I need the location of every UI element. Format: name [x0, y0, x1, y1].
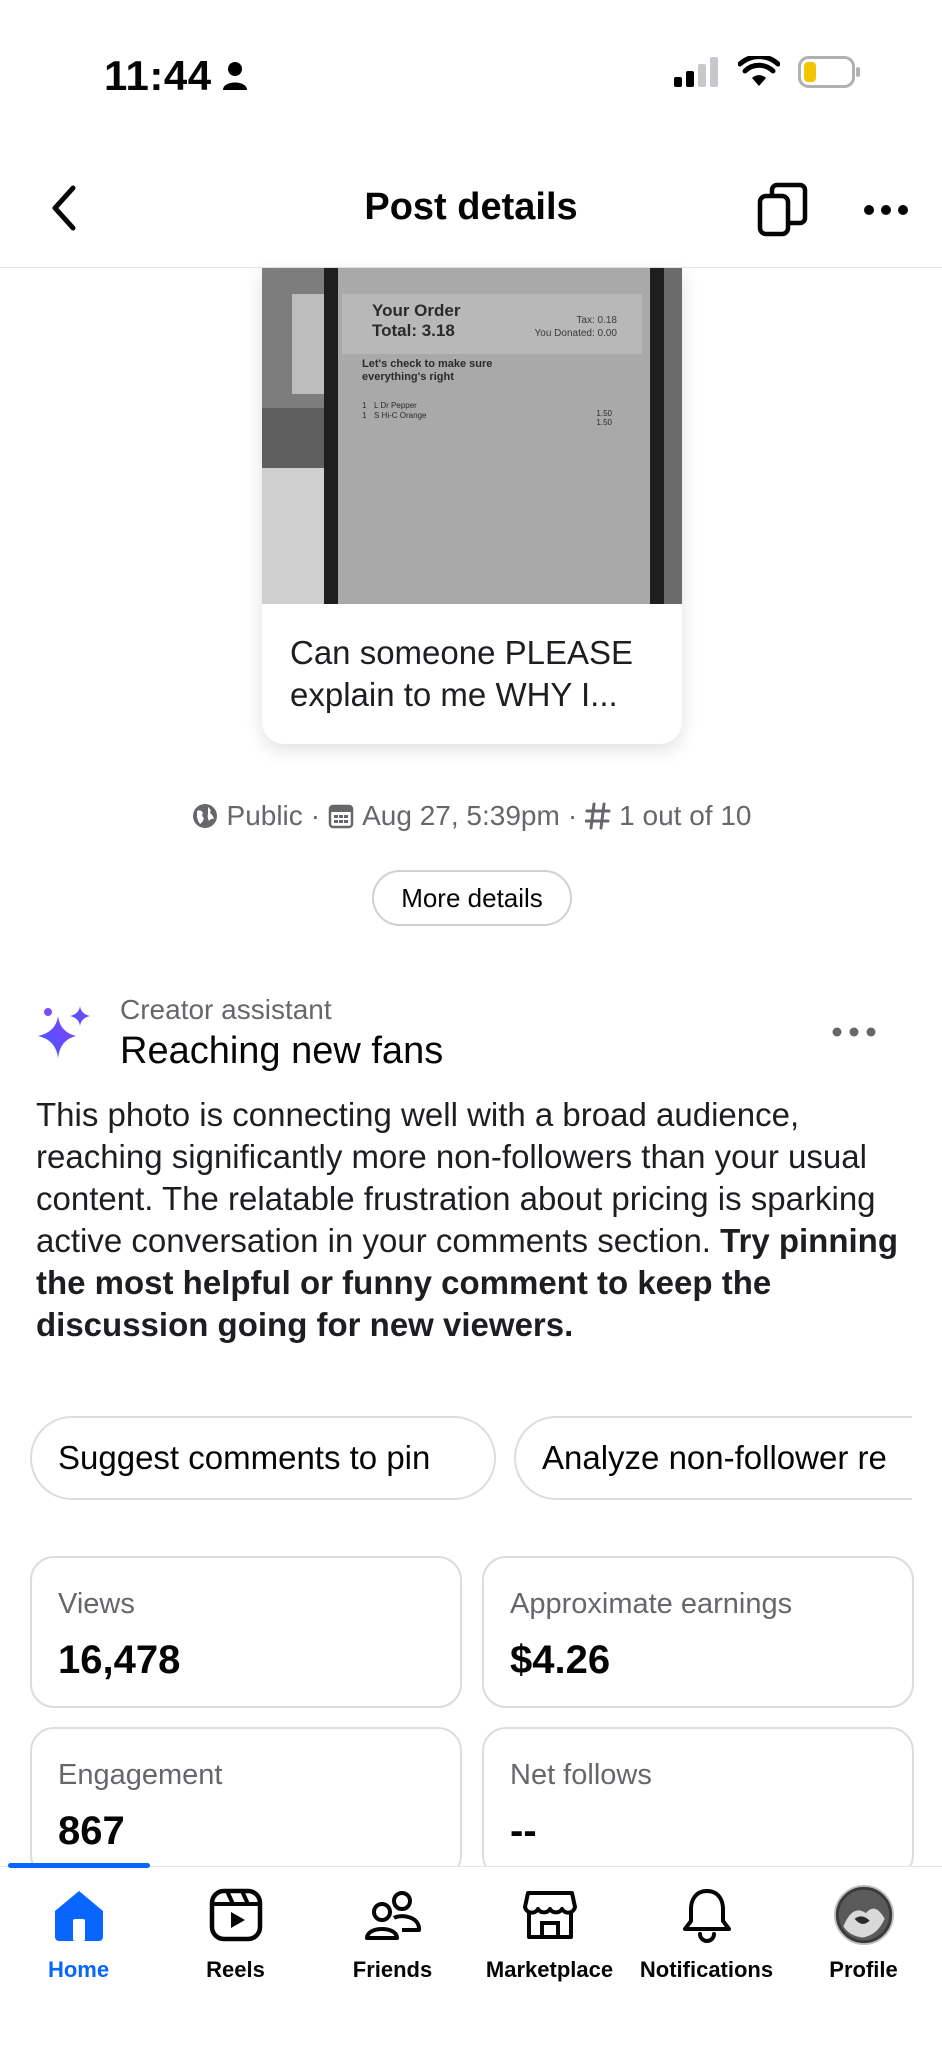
- more-options-icon: [864, 205, 908, 215]
- profile-avatar: [833, 1885, 894, 1945]
- receipt-item-1-price: 1.50: [596, 409, 612, 418]
- post-photo-drawing: Your Order Total: 3.18 Tax: 0.18 You Don…: [262, 268, 682, 604]
- post-preview-card[interactable]: Your Order Total: 3.18 Tax: 0.18 You Don…: [262, 268, 682, 744]
- marketplace-icon: [520, 1885, 580, 1945]
- post-photo: Your Order Total: 3.18 Tax: 0.18 You Don…: [262, 268, 682, 604]
- status-bar: 11:44: [0, 0, 942, 150]
- nav-marketplace[interactable]: Marketplace: [471, 1885, 628, 1995]
- globe-icon: [191, 802, 219, 830]
- nav-notifications[interactable]: Notifications: [628, 1885, 785, 1995]
- stat-card-engagement[interactable]: Engagement 867: [30, 1727, 462, 1879]
- time-text: 11:44: [104, 52, 212, 99]
- bottom-nav: Home Reels Friends Marketplace Notificat…: [0, 1863, 942, 2048]
- stat-value: 16,478: [58, 1638, 181, 1682]
- calendar-icon: [328, 803, 354, 829]
- receipt-check-text: Let's check to make sure everything's ri…: [362, 358, 493, 383]
- creator-assistant-body: This photo is connecting well with a bro…: [36, 1094, 904, 1346]
- sparkle-icon: [34, 1002, 94, 1062]
- receipt-total: Total: 3.18: [372, 321, 455, 340]
- status-icons: [674, 56, 862, 88]
- post-rank: 1 out of 10: [619, 800, 752, 831]
- nav-reels[interactable]: Reels: [157, 1885, 314, 1995]
- stat-card-earnings[interactable]: Approximate earnings $4.26: [482, 1556, 914, 1708]
- more-options-icon: [832, 1027, 876, 1037]
- wifi-icon: [738, 56, 780, 86]
- receipt-item-2-price: 1.50: [596, 418, 612, 427]
- meta-separator: ·: [310, 800, 321, 831]
- suggestion-chips: Suggest comments to pin Analyze non-foll…: [30, 1416, 912, 1502]
- stat-label: Engagement: [58, 1759, 223, 1791]
- post-meta: Public · Aug 27, 5:39pm · 1 out of 10: [0, 800, 942, 832]
- stat-value: $4.26: [510, 1638, 611, 1682]
- stat-label: Approximate earnings: [510, 1588, 793, 1620]
- nav-profile[interactable]: Profile: [785, 1885, 942, 1995]
- stat-value: 867: [58, 1809, 125, 1853]
- top-header: Post details: [0, 150, 942, 268]
- status-time: 11:44: [104, 52, 248, 100]
- active-tab-indicator: [8, 1863, 150, 1868]
- hashtag-icon: [585, 802, 611, 830]
- receipt-item-1-name: L Dr Pepper: [374, 401, 417, 410]
- receipt-item-2-qty: 1: [362, 411, 367, 420]
- receipt-item-1-qty: 1: [362, 401, 367, 410]
- stat-label: Views: [58, 1588, 135, 1620]
- post-date: Aug 27, 5:39pm: [362, 800, 560, 831]
- receipt-heading: Your Order: [372, 301, 461, 320]
- nav-label: Friends: [352, 1957, 433, 1982]
- more-details-button[interactable]: More details: [372, 870, 572, 926]
- home-icon: [49, 1885, 109, 1945]
- friends-icon: [363, 1885, 423, 1945]
- reels-icon: [206, 1885, 266, 1945]
- bell-icon: [677, 1885, 737, 1945]
- chip-suggest-comments[interactable]: Suggest comments to pin: [30, 1416, 496, 1500]
- nav-home[interactable]: Home: [0, 1885, 157, 1995]
- nav-label: Reels: [206, 1957, 265, 1982]
- creator-assistant-label: Creator assistant: [120, 994, 332, 1025]
- nav-label: Profile: [829, 1957, 898, 1982]
- battery-low-icon: [798, 56, 860, 88]
- assistant-more-button[interactable]: [826, 1012, 882, 1052]
- nav-label: Home: [47, 1957, 110, 1982]
- chip-analyze-non-followers[interactable]: Analyze non-follower re: [514, 1416, 912, 1500]
- creator-assistant-title: Reaching new fans: [120, 1030, 444, 1072]
- copy-icon: [757, 182, 808, 237]
- more-options-button[interactable]: [856, 180, 916, 240]
- nav-friends[interactable]: Friends: [314, 1885, 471, 1995]
- visibility-text: Public: [226, 800, 303, 831]
- cellular-signal-icon: [674, 57, 718, 87]
- copy-button[interactable]: [752, 180, 812, 240]
- nav-label: Notifications: [639, 1957, 774, 1982]
- receipt-item-2-name: S Hi-C Orange: [374, 411, 427, 420]
- post-caption: Can someone PLEASE explain to me WHY I..…: [290, 634, 634, 713]
- stat-card-net-follows[interactable]: Net follows --: [482, 1727, 914, 1879]
- receipt-donated: You Donated: 0.00: [535, 328, 618, 339]
- meta-separator: ·: [567, 800, 578, 831]
- person-icon: [222, 62, 247, 90]
- stat-label: Net follows: [510, 1759, 652, 1791]
- stat-value: --: [510, 1809, 537, 1853]
- stat-card-views[interactable]: Views 16,478: [30, 1556, 462, 1708]
- nav-label: Marketplace: [485, 1957, 614, 1982]
- receipt-tax: Tax: 0.18: [576, 315, 617, 326]
